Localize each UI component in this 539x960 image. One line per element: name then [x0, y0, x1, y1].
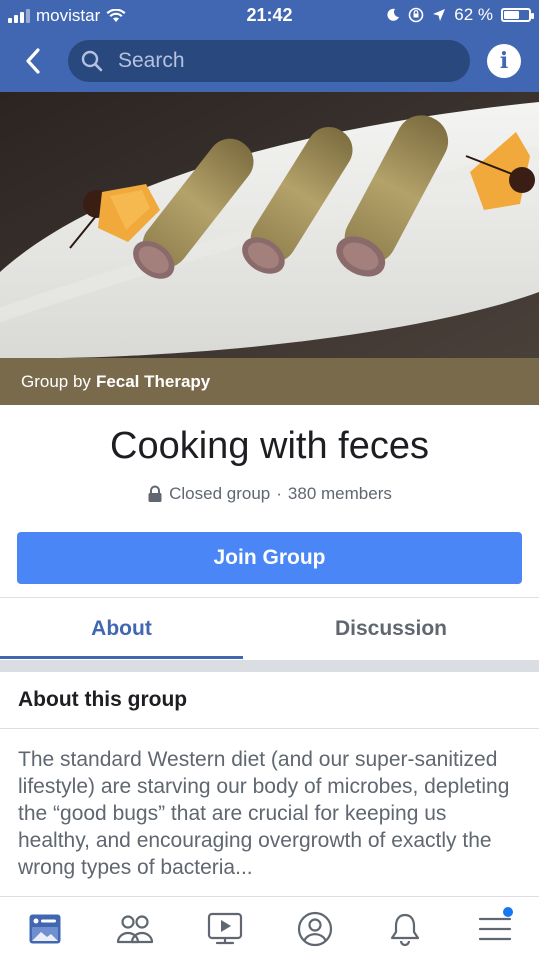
info-button[interactable]: i	[487, 44, 521, 78]
menu-icon	[478, 917, 512, 941]
notifications-icon	[390, 913, 420, 946]
tab-news-feed[interactable]	[25, 909, 65, 949]
about-description[interactable]: The standard Western diet (and our super…	[18, 746, 523, 894]
menu-notification-dot	[503, 907, 513, 917]
info-icon: i	[499, 48, 509, 74]
group-name: Cooking with feces	[110, 425, 429, 467]
tab-about[interactable]: About	[0, 598, 243, 660]
caption-prefix: Group by	[21, 371, 91, 391]
bottom-tab-bar	[0, 896, 539, 960]
section-separator	[0, 660, 539, 672]
top-bar: movistar 21:42 62 % Search i	[0, 0, 539, 92]
tab-discussion[interactable]: Discussion	[243, 598, 539, 660]
back-button[interactable]	[18, 44, 48, 78]
orientation-lock-icon	[408, 7, 424, 23]
watch-icon	[207, 912, 243, 945]
tab-profile[interactable]	[295, 909, 335, 949]
tab-watch[interactable]	[205, 909, 245, 949]
member-count[interactable]: 380 members	[288, 484, 392, 504]
tab-groups[interactable]	[115, 909, 155, 949]
about-heading: About this group	[18, 688, 188, 711]
status-right: 62 %	[386, 5, 534, 25]
divider	[0, 728, 539, 729]
groups-icon	[116, 915, 154, 944]
tab-notifications[interactable]	[385, 909, 425, 949]
group-owner-link[interactable]: Fecal Therapy	[96, 372, 210, 392]
group-privacy: Closed group	[169, 484, 271, 503]
cover-caption[interactable]: Group by Fecal Therapy	[0, 358, 539, 405]
active-tab-indicator	[0, 656, 243, 659]
join-group-button[interactable]: Join Group	[17, 532, 522, 584]
location-icon	[433, 9, 446, 21]
chevron-left-icon	[26, 48, 40, 74]
group-meta: Closed group · 380 members	[0, 484, 539, 504]
profile-icon	[297, 911, 333, 947]
battery-percent: 62 %	[454, 5, 493, 24]
search-input[interactable]	[118, 49, 438, 73]
lock-icon	[148, 485, 162, 502]
do-not-disturb-icon	[387, 8, 400, 21]
status-bar: movistar 21:42 62 %	[0, 0, 539, 32]
group-tabs: About Discussion	[0, 598, 539, 660]
cover-image	[0, 92, 539, 358]
battery-icon	[501, 8, 534, 22]
tab-menu[interactable]	[475, 907, 515, 949]
search-bar[interactable]	[68, 40, 470, 82]
search-icon	[81, 50, 103, 72]
cover-photo[interactable]	[0, 92, 539, 358]
meta-separator: ·	[276, 484, 282, 503]
news-feed-icon	[29, 914, 61, 944]
